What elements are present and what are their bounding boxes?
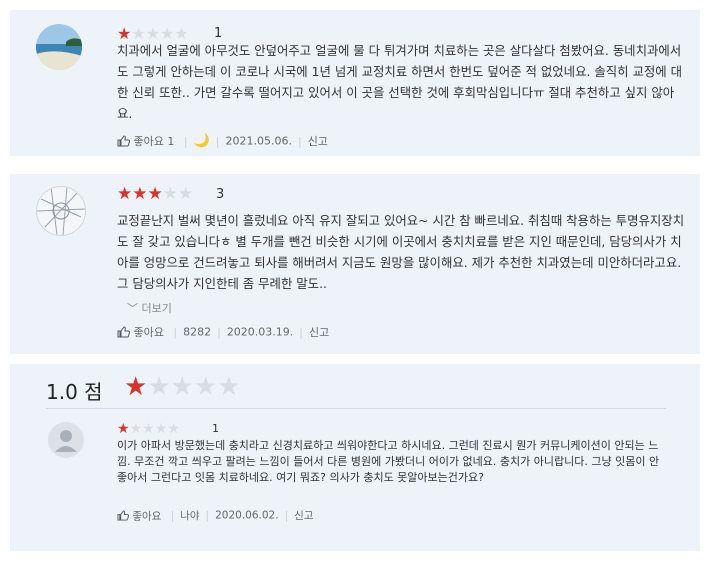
review-text: 교정끝난지 벌써 몇년이 흘렀네요 아직 유지 잘되고 있어요~ 시간 참 빠르… [117, 213, 685, 291]
map-avatar-image [37, 187, 85, 235]
user-avatar-map[interactable] [36, 186, 86, 236]
review-meta: 좋아요 1 | 🌙 | 2021.05.06. | 신고 [117, 133, 328, 149]
review-text: 치과에서 얼굴에 아무것도 안덮어주고 얼굴에 물 다 튀겨가며 치료하는 곳은… [117, 43, 683, 121]
star-icon: ★ [124, 372, 148, 402]
rating-score: 1 [212, 422, 219, 435]
expand-more-link[interactable]: ﹀ 더보기 [127, 300, 172, 316]
review-date: 2020.03.19. [226, 325, 294, 339]
star-icon: ★ [117, 184, 133, 204]
review-user: 나야 [180, 510, 200, 522]
review-meta: 좋아요 | 나야 | 2020.06.02. | 신고 [117, 508, 313, 523]
chevron-down-icon: ﹀ [127, 302, 138, 315]
banana-icon: 🌙 [193, 133, 210, 149]
star-icon: ★ [132, 184, 148, 204]
rating-score: 1 [214, 26, 223, 41]
review-date: 2020.06.02. [215, 509, 279, 522]
thumbs-up-icon [117, 326, 131, 338]
star-icon: ★ [147, 372, 171, 402]
rating-stars: ★★★★★ [117, 186, 193, 203]
like-button[interactable]: 좋아요 1 [117, 134, 178, 148]
star-icon: ★ [154, 421, 168, 437]
review-user: 8282 [183, 325, 212, 339]
star-icon: ★ [170, 372, 194, 402]
review-meta: 좋아요 | 8282 | 2020.03.19. | 신고 [117, 324, 329, 340]
divider [46, 408, 666, 409]
person-avatar [55, 430, 77, 452]
review-card-2: ★★★★★ 3 교정끝난지 벌써 몇년이 흘렀네요 아직 유지 잘되고 있어요~… [10, 174, 700, 354]
thumbs-up-icon [117, 135, 131, 147]
star-icon: ★ [167, 421, 180, 437]
star-icon: ★ [142, 421, 155, 437]
overall-rating-stars: ★★★★★ [124, 374, 241, 400]
star-icon: ★ [162, 184, 178, 204]
star-icon: ★ [217, 372, 241, 402]
user-avatar-default[interactable] [48, 422, 84, 458]
star-icon: ★ [178, 184, 194, 204]
like-button[interactable]: 좋아요 [117, 510, 165, 522]
review-text: 이가 아파서 방문했는데 충치라고 신경치료하고 씌워야한다고 하시네요. 그런… [117, 439, 660, 484]
user-avatar-beach[interactable] [36, 24, 82, 70]
star-icon: ★ [129, 421, 143, 437]
review-card-1: ★★★★★ 1 치과에서 얼굴에 아무것도 안덮어주고 얼굴에 물 다 튀겨가며… [10, 10, 700, 156]
thumbs-up-icon [117, 510, 130, 521]
rating-stars: ★★★★★ [117, 422, 180, 436]
review-card-3: 1.0 점 ★★★★★ ★★★★★ 1 이가 아파서 방문했는데 충치라고 신경… [10, 364, 700, 551]
report-link[interactable]: 신고 [309, 326, 329, 339]
beach-avatar-image [36, 24, 82, 70]
star-icon: ★ [193, 372, 218, 402]
review-date: 2021.05.06. [225, 134, 292, 148]
report-link[interactable]: 신고 [294, 510, 313, 522]
rating-score: 3 [216, 187, 225, 202]
star-icon: ★ [147, 184, 163, 204]
overall-score: 1.0 점 [46, 380, 103, 404]
report-link[interactable]: 신고 [308, 135, 328, 148]
star-icon: ★ [117, 421, 130, 437]
like-button[interactable]: 좋아요 [117, 325, 167, 339]
